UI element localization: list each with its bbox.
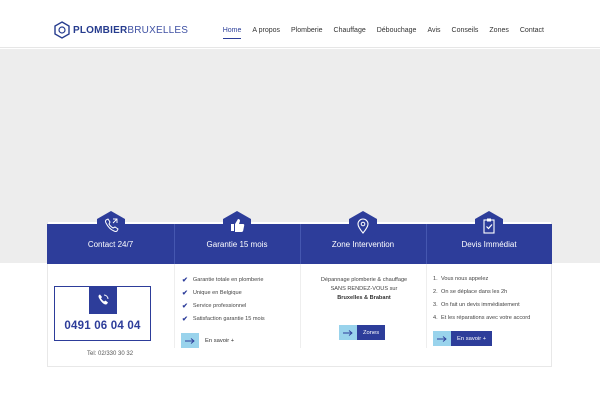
nav-item-chauffage[interactable]: Chauffage [334, 26, 366, 39]
list-item: 2. On se déplace dans les 2h [433, 289, 508, 296]
check-icon: ✔ [182, 276, 188, 284]
list-item: 3. On fait un devis immédiatement [433, 301, 520, 308]
zones-button[interactable]: Zones [339, 325, 386, 340]
site-logo[interactable]: PLOMBIERBRUXELLES [54, 21, 188, 39]
card-title-devis: Devis Immédiat [461, 239, 517, 249]
list-item: 4. Et les réparations avec votre accord [433, 314, 531, 321]
arrow-right-icon [181, 333, 199, 348]
card-title-garantie: Garantie 15 mois [206, 239, 268, 249]
column-divider [174, 264, 175, 348]
phone-number[interactable]: 0491 06 04 04 [55, 320, 150, 332]
check-icon: ✔ [182, 289, 188, 297]
logo-text-primary: PLOMBIER [73, 24, 128, 36]
landline-number: Tel: 02/330 30 32 [87, 351, 134, 357]
check-icon: ✔ [182, 315, 188, 323]
zones-button-label: Zones [357, 325, 386, 340]
card-title-contact: Contact 24/7 [87, 239, 134, 249]
phone-handset-icon [98, 294, 109, 305]
logo-text-secondary: BRUXELLES [127, 24, 189, 36]
guarantee-more-button[interactable]: En savoir + [181, 333, 234, 348]
logo-hexagon-icon [54, 21, 70, 39]
list-item: ✔ Satisfaction garantie 15 mois [182, 315, 265, 323]
list-item: ✔ Unique en Belgique [182, 289, 242, 297]
nav-item-avis[interactable]: Avis [427, 26, 440, 39]
nav-item-plomberie[interactable]: Plomberie [291, 26, 323, 39]
arrow-right-icon [339, 325, 357, 340]
list-item: ✔ Service professionnel [182, 302, 247, 310]
nav-item-home[interactable]: Home [222, 26, 242, 39]
nav-item-contact[interactable]: Contact [520, 26, 544, 39]
phone-callout-icon-box [89, 286, 117, 314]
quote-steps-list: 1. Vous nous appelez 2. On se déplace dans… [433, 273, 530, 324]
check-icon: ✔ [182, 302, 188, 310]
site-header: PLOMBIERBRUXELLES Home A propos Plomberi… [0, 0, 600, 48]
guarantee-more-label: En savoir + [205, 337, 235, 344]
quote-more-label: En savoir + [451, 331, 493, 346]
quote-more-button[interactable]: En savoir + [433, 331, 493, 346]
nav-item-debouchage[interactable]: Débouchage [377, 26, 417, 39]
column-divider [426, 264, 427, 348]
phone-callout[interactable]: 0491 06 04 04 [54, 286, 151, 341]
guarantee-list: ✔ Garantie totale en plomberie ✔ Unique en… [182, 273, 265, 325]
arrow-right-icon [433, 331, 451, 346]
column-divider [300, 264, 301, 348]
page: PLOMBIERBRUXELLES Home A propos Plomberi… [0, 0, 600, 400]
zone-description: Dépannage plomberie & chauffage SANS REN… [320, 277, 408, 301]
nav-item-a-propos[interactable]: A propos [252, 26, 280, 39]
nav-item-conseils[interactable]: Conseils [452, 26, 479, 39]
card-title-zone: Zone Intervention [331, 239, 395, 249]
list-item: 1. Vous nous appelez [433, 276, 489, 283]
nav-item-zones[interactable]: Zones [489, 26, 508, 39]
main-nav: Home A propos Plomberie Chauffage Débouc… [212, 26, 544, 39]
list-item: ✔ Garantie totale en plomberie [182, 276, 264, 284]
